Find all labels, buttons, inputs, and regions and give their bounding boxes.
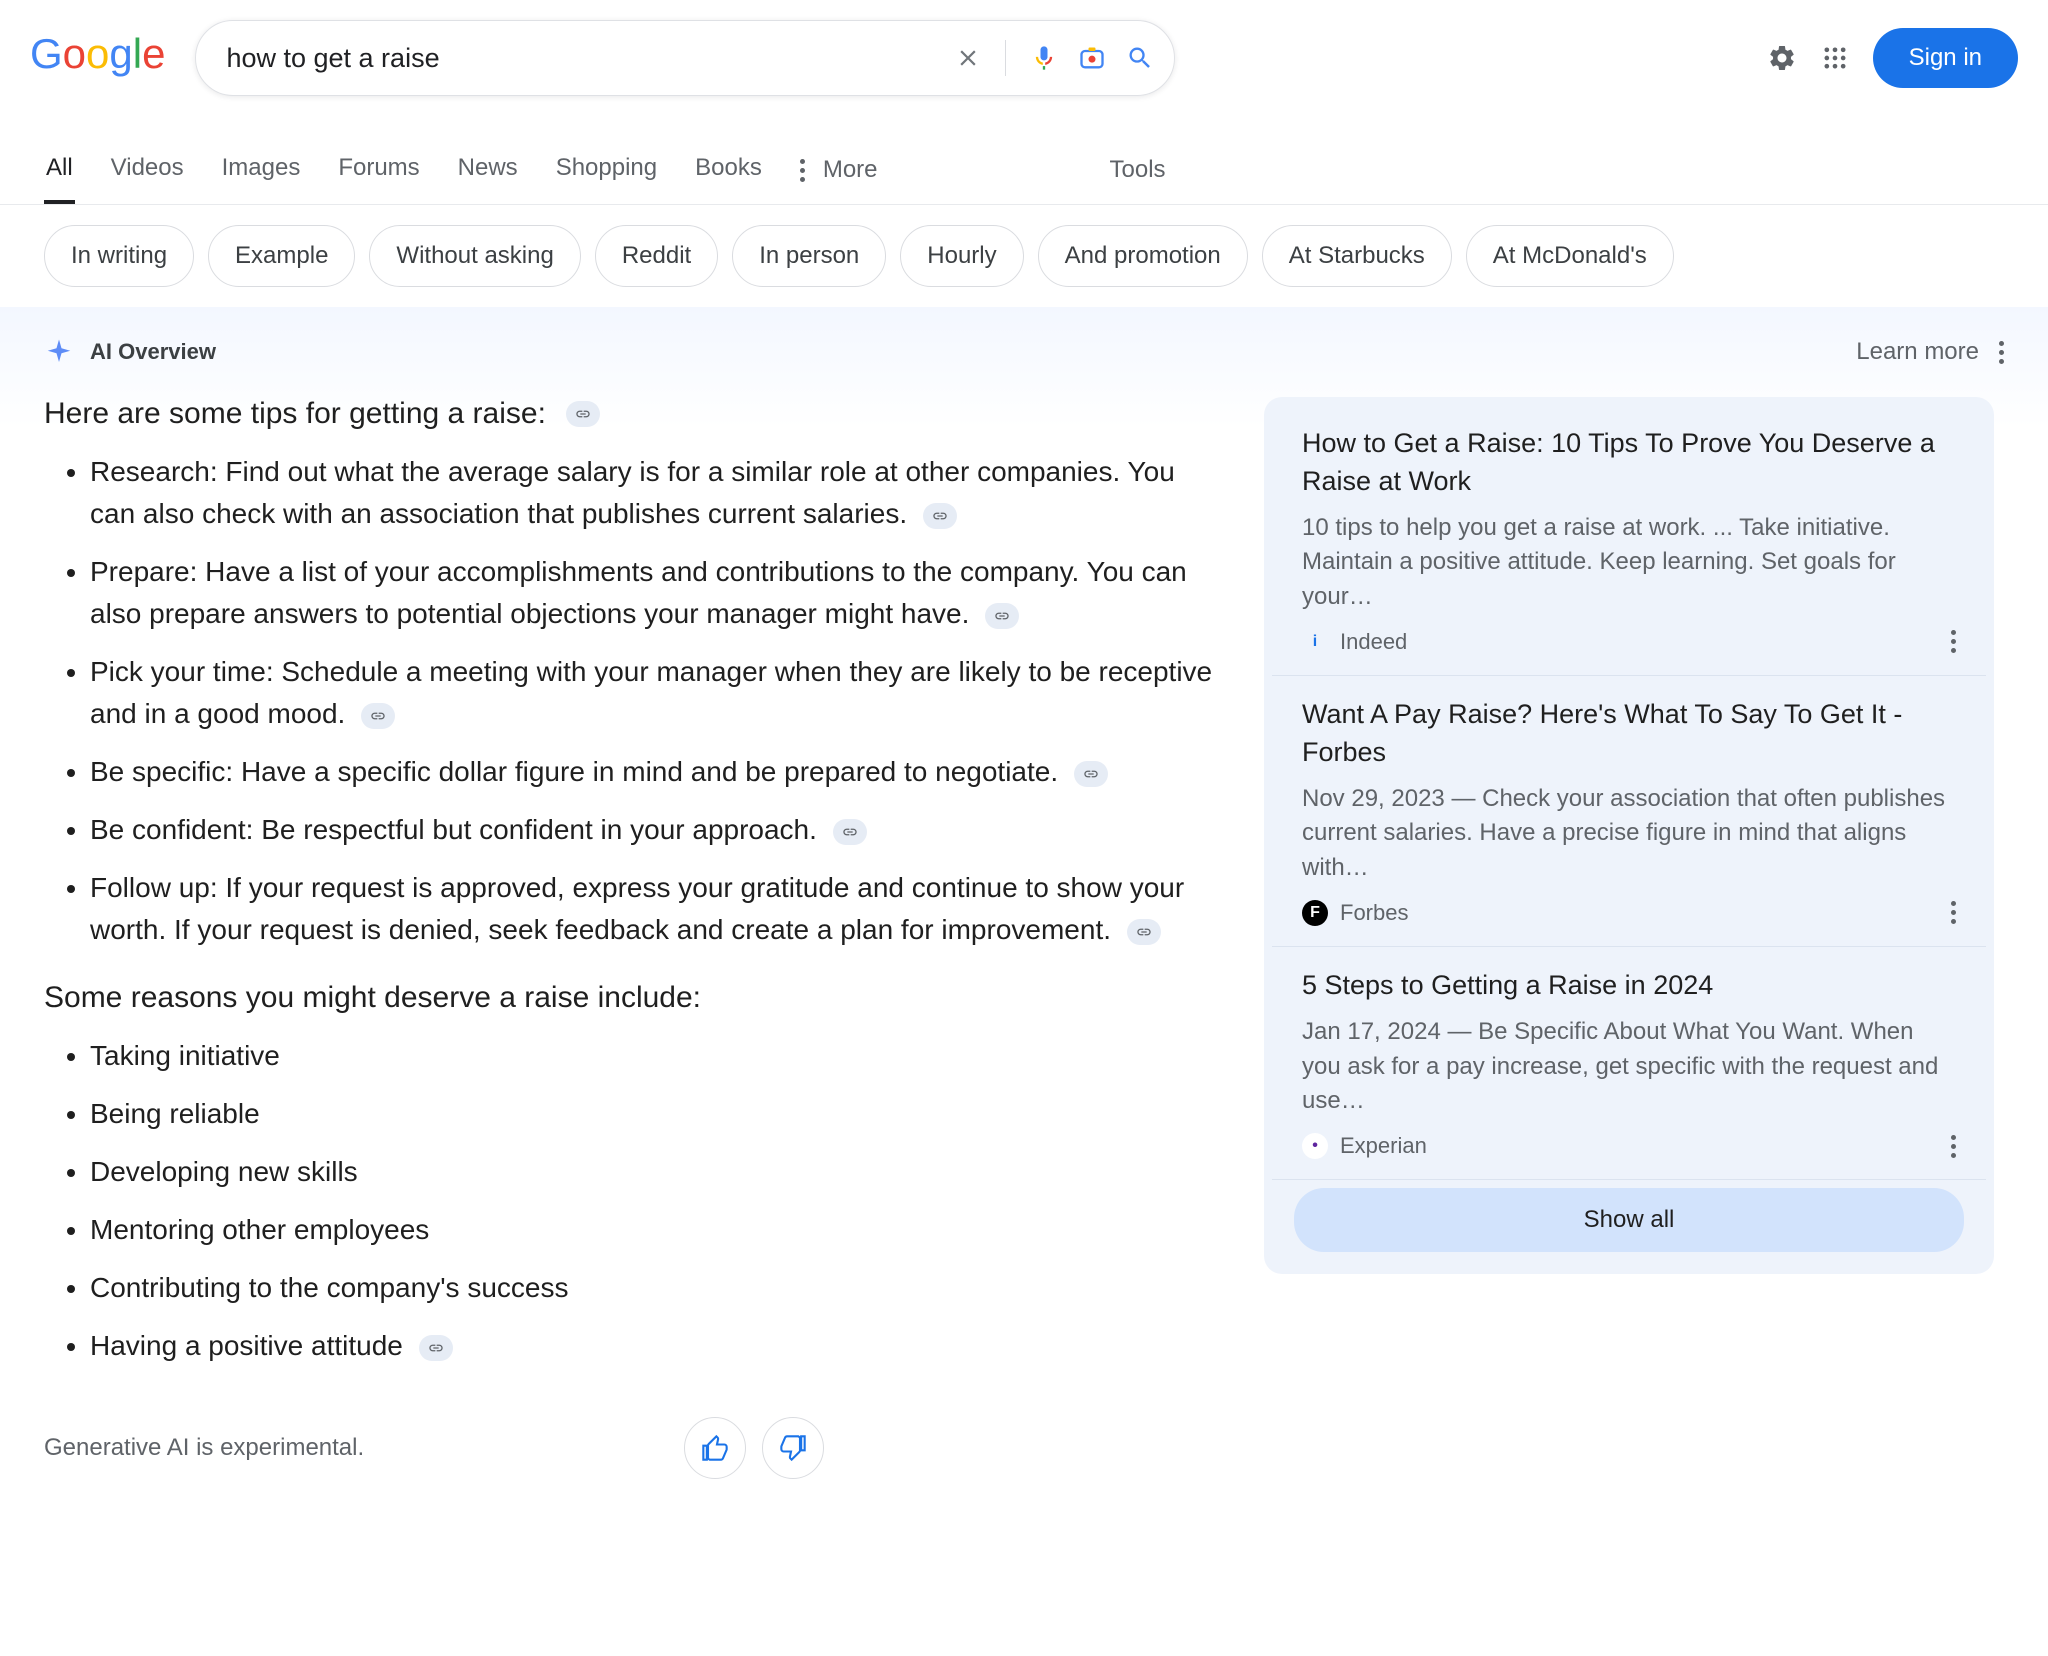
card-source: Indeed <box>1340 629 1407 655</box>
tools-link[interactable]: Tools <box>1110 156 1166 184</box>
card-title: How to Get a Raise: 10 Tips To Prove You… <box>1302 425 1956 501</box>
search-box[interactable] <box>195 20 1175 96</box>
sparkle-icon <box>44 337 74 367</box>
apps-icon[interactable] <box>1821 44 1849 72</box>
search-icons <box>955 40 1154 76</box>
tip-item: Pick your time: Schedule a meeting with … <box>90 651 1224 735</box>
source-card[interactable]: How to Get a Raise: 10 Tips To Prove You… <box>1272 405 1986 676</box>
chip-reddit[interactable]: Reddit <box>595 225 718 287</box>
tabs-row: All Videos Images Forums News Shopping Books Mo… <box>0 136 2048 205</box>
card-title: Want A Pay Raise? Here's What To Say To … <box>1302 696 1956 772</box>
citation-icon[interactable] <box>985 603 1019 629</box>
tip-item: Be confident: Be respectful but confiden… <box>90 809 1224 851</box>
ai-content: Here are some tips for getting a raise: … <box>44 397 1224 1479</box>
show-all-button[interactable]: Show all <box>1294 1188 1964 1252</box>
suggestion-chips: In writingExampleWithout askingRedditIn … <box>0 205 2048 307</box>
citation-icon[interactable] <box>923 503 957 529</box>
search-input[interactable] <box>226 43 955 74</box>
tip-item: Prepare: Have a list of your accomplishm… <box>90 551 1224 635</box>
search-icon[interactable] <box>1126 44 1154 72</box>
reason-item: Taking initiative <box>90 1035 1224 1077</box>
tips-list: Research: Find out what the average sala… <box>44 451 1224 951</box>
chip-at-starbucks[interactable]: At Starbucks <box>1262 225 1452 287</box>
chip-hourly[interactable]: Hourly <box>900 225 1023 287</box>
tabs: All Videos Images Forums News Shopping Books Mo… <box>44 136 880 204</box>
reason-item: Being reliable <box>90 1093 1224 1135</box>
ai-overview-section: AI Overview Learn more Here are some tip… <box>0 307 2048 1509</box>
card-footer: F Forbes <box>1302 900 1956 926</box>
clear-icon[interactable] <box>955 45 981 71</box>
chip-example[interactable]: Example <box>208 225 355 287</box>
card-menu-icon[interactable] <box>1951 1135 1956 1158</box>
divider <box>1005 40 1006 76</box>
tip-item: Follow up: If your request is approved, … <box>90 867 1224 951</box>
source-card[interactable]: Want A Pay Raise? Here's What To Say To … <box>1272 676 1986 947</box>
card-footer: i Indeed <box>1302 629 1956 655</box>
chip-in-person[interactable]: In person <box>732 225 886 287</box>
reasons-list: Taking initiative Being reliable Developin… <box>44 1035 1224 1367</box>
chip-at-mcdonald's[interactable]: At McDonald's <box>1466 225 1674 287</box>
tab-more[interactable]: More <box>798 136 880 204</box>
google-logo[interactable]: Google <box>30 30 165 78</box>
settings-icon[interactable] <box>1767 43 1797 73</box>
citation-icon[interactable] <box>419 1335 453 1361</box>
thumbs-up-button[interactable] <box>684 1417 746 1479</box>
ai-overview-header: AI Overview Learn more <box>44 337 2004 367</box>
ai-overview-title: AI Overview <box>90 339 216 365</box>
chip-in-writing[interactable]: In writing <box>44 225 194 287</box>
tip-item: Be specific: Have a specific dollar figu… <box>90 751 1224 793</box>
card-menu-icon[interactable] <box>1951 901 1956 924</box>
tab-images[interactable]: Images <box>220 136 303 204</box>
card-menu-icon[interactable] <box>1951 630 1956 653</box>
source-favicon: • <box>1302 1133 1328 1159</box>
source-favicon: i <box>1302 629 1328 655</box>
learn-more-link[interactable]: Learn more <box>1856 338 1979 366</box>
more-options-icon[interactable] <box>1999 341 2004 364</box>
chip-and-promotion[interactable]: And promotion <box>1038 225 1248 287</box>
tab-shopping[interactable]: Shopping <box>554 136 659 204</box>
tab-forums[interactable]: Forums <box>336 136 421 204</box>
ai-sources-panel: How to Get a Raise: 10 Tips To Prove You… <box>1264 397 1994 1479</box>
citation-icon[interactable] <box>361 703 395 729</box>
card-source: Forbes <box>1340 900 1408 926</box>
reason-item: Developing new skills <box>90 1151 1224 1193</box>
citation-icon[interactable] <box>1127 919 1161 945</box>
card-snippet: 10 tips to help you get a raise at work.… <box>1302 511 1956 615</box>
card-source: Experian <box>1340 1133 1427 1159</box>
citation-icon[interactable] <box>566 401 600 427</box>
tab-videos[interactable]: Videos <box>109 136 186 204</box>
tab-books[interactable]: Books <box>693 136 764 204</box>
header-right: Sign in <box>1767 28 2018 88</box>
thumbs-down-button[interactable] <box>762 1417 824 1479</box>
ai-intro-heading: Here are some tips for getting a raise: <box>44 397 1224 431</box>
tab-news[interactable]: News <box>456 136 520 204</box>
reason-item: Mentoring other employees <box>90 1209 1224 1251</box>
image-search-icon[interactable] <box>1078 44 1106 72</box>
card-footer: • Experian <box>1302 1133 1956 1159</box>
source-card[interactable]: 5 Steps to Getting a Raise in 2024 Jan 1… <box>1272 947 1986 1180</box>
experimental-text: Generative AI is experimental. <box>44 1434 364 1462</box>
card-snippet: Nov 29, 2023 — Check your association th… <box>1302 782 1956 886</box>
reason-item: Contributing to the company's success <box>90 1267 1224 1309</box>
card-title: 5 Steps to Getting a Raise in 2024 <box>1302 967 1956 1005</box>
card-snippet: Jan 17, 2024 — Be Specific About What Yo… <box>1302 1015 1956 1119</box>
voice-search-icon[interactable] <box>1030 44 1058 72</box>
citation-icon[interactable] <box>833 819 867 845</box>
source-cards: How to Get a Raise: 10 Tips To Prove You… <box>1264 397 1994 1274</box>
signin-button[interactable]: Sign in <box>1873 28 2018 88</box>
source-favicon: F <box>1302 900 1328 926</box>
tab-all[interactable]: All <box>44 136 75 204</box>
ai-footer: Generative AI is experimental. <box>44 1417 1224 1479</box>
header: Google Sign in <box>0 0 2048 106</box>
tip-item: Research: Find out what the average sala… <box>90 451 1224 535</box>
ai-reasons-heading: Some reasons you might deserve a raise i… <box>44 981 1224 1015</box>
reason-item: Having a positive attitude <box>90 1325 1224 1367</box>
chip-without-asking[interactable]: Without asking <box>369 225 580 287</box>
citation-icon[interactable] <box>1074 761 1108 787</box>
